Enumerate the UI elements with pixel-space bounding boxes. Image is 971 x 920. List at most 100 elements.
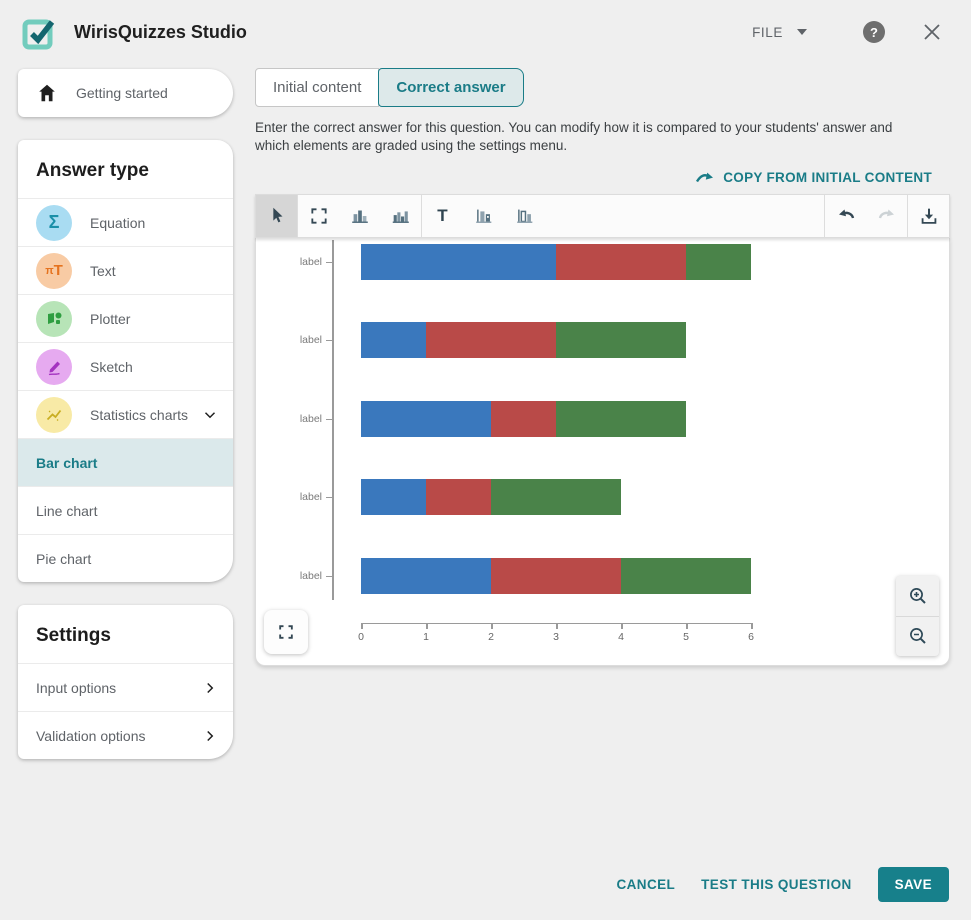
chart-bar-row[interactable]: label: [256, 322, 949, 358]
sidebar-item-pie-chart[interactable]: Pie chart: [18, 534, 233, 582]
bar-segment[interactable]: [361, 401, 491, 437]
download-button[interactable]: [908, 195, 949, 237]
x-tick-label: 4: [618, 631, 624, 643]
x-tick-label: 5: [683, 631, 689, 643]
cancel-button[interactable]: CANCEL: [617, 877, 676, 892]
bar-segment[interactable]: [361, 244, 556, 280]
add-bar-chart-button[interactable]: [339, 195, 380, 237]
bar-segment[interactable]: [491, 558, 621, 594]
fullscreen-button[interactable]: [264, 610, 308, 654]
chevron-down-icon: [201, 406, 219, 424]
pencil-icon: [36, 349, 72, 385]
y-tick: [326, 262, 333, 263]
x-tick: [491, 623, 493, 629]
redo-arrow-icon: [695, 170, 715, 184]
help-icon[interactable]: ?: [863, 21, 885, 43]
sidebar-item-bar-chart[interactable]: Bar chart: [18, 438, 233, 486]
toolbar-spacer: [545, 195, 824, 237]
undo-icon: [834, 204, 858, 228]
x-tick-label: 6: [748, 631, 754, 643]
plotter-shapes-icon: [36, 301, 72, 337]
app-logo-icon: [22, 14, 58, 50]
add-multi-bar-chart-button[interactable]: [380, 195, 421, 237]
bar-segment[interactable]: [556, 322, 686, 358]
chevron-right-icon: [201, 727, 219, 745]
x-tick-label: 0: [358, 631, 364, 643]
undo-button[interactable]: [825, 195, 866, 237]
redo-button[interactable]: [866, 195, 907, 237]
save-button[interactable]: SAVE: [878, 867, 949, 902]
bar-chart-values-icon: [514, 205, 536, 227]
file-menu[interactable]: FILE: [752, 25, 807, 40]
bar-segment[interactable]: [361, 479, 426, 515]
zoom-out-icon: [906, 624, 930, 648]
sidebar-item-sketch[interactable]: Sketch: [18, 342, 233, 390]
sidebar-item-equation[interactable]: Σ Equation: [18, 198, 233, 246]
sigma-icon: Σ: [36, 205, 72, 241]
tab-description: Enter the correct answer for this questi…: [255, 119, 927, 156]
chart-bar-row[interactable]: label: [256, 479, 949, 515]
sidebar-item-plotter[interactable]: Plotter: [18, 294, 233, 342]
y-category-label[interactable]: label: [256, 334, 322, 346]
x-tick: [426, 623, 428, 629]
test-this-question-button[interactable]: TEST THIS QUESTION: [701, 877, 851, 892]
bar-segment[interactable]: [426, 479, 491, 515]
text-tool-button[interactable]: T: [422, 195, 463, 237]
sidebar-item-line-chart[interactable]: Line chart: [18, 486, 233, 534]
home-icon: [36, 82, 58, 104]
y-tick: [326, 497, 333, 498]
chevron-down-icon: [797, 29, 807, 35]
sidebar-item-getting-started[interactable]: Getting started: [18, 69, 233, 117]
chart-editor-canvas: T: [255, 194, 950, 666]
expand-icon: [276, 622, 296, 642]
tab-initial-content[interactable]: Initial content: [255, 68, 379, 107]
close-icon[interactable]: [921, 21, 943, 43]
settings-card: Settings Input options Validation option…: [18, 605, 233, 759]
bar-labels-tool-button[interactable]: [463, 195, 504, 237]
sidebar-item-validation-options[interactable]: Validation options: [18, 711, 233, 759]
zoom-in-button[interactable]: [896, 576, 939, 616]
top-bar: WirisQuizzes Studio FILE ?: [0, 0, 971, 64]
y-category-label[interactable]: label: [256, 413, 322, 425]
copy-from-initial-content-link[interactable]: COPY FROM INITIAL CONTENT: [695, 170, 932, 185]
zoom-out-button[interactable]: [896, 616, 939, 656]
chart-plot-area[interactable]: labellabellabellabellabel 0123456: [255, 238, 950, 666]
answer-type-heading: Answer type: [18, 140, 233, 198]
chart-bar-row[interactable]: label: [256, 558, 949, 594]
fit-view-button[interactable]: [298, 195, 339, 237]
sidebar-item-input-options[interactable]: Input options: [18, 663, 233, 711]
bar-segment[interactable]: [491, 401, 556, 437]
y-category-label[interactable]: label: [256, 256, 322, 268]
tab-correct-answer[interactable]: Correct answer: [378, 68, 523, 107]
bar-segment[interactable]: [426, 322, 556, 358]
bar-segment[interactable]: [556, 244, 686, 280]
y-tick: [326, 419, 333, 420]
chart-bar-row[interactable]: label: [256, 401, 949, 437]
bar-values-tool-button[interactable]: [504, 195, 545, 237]
zoom-in-icon: [906, 584, 930, 608]
footer-actions: CANCEL TEST THIS QUESTION SAVE: [617, 867, 950, 902]
cursor-icon: [266, 205, 288, 227]
x-tick: [621, 623, 623, 629]
bar-segment[interactable]: [361, 558, 491, 594]
y-category-label[interactable]: label: [256, 570, 322, 582]
sidebar: Getting started Answer type Σ Equation π…: [18, 69, 233, 759]
app-title: WirisQuizzes Studio: [74, 22, 247, 43]
x-tick-label: 1: [423, 631, 429, 643]
bar-segment[interactable]: [686, 244, 751, 280]
bar-segment[interactable]: [361, 322, 426, 358]
download-icon: [918, 205, 940, 227]
x-tick: [751, 623, 753, 629]
sidebar-item-text[interactable]: πT Text: [18, 246, 233, 294]
y-tick: [326, 576, 333, 577]
bar-segment[interactable]: [621, 558, 751, 594]
bar-segment[interactable]: [491, 479, 621, 515]
select-tool-button[interactable]: [256, 195, 297, 237]
y-category-label[interactable]: label: [256, 491, 322, 503]
bar-segment[interactable]: [556, 401, 686, 437]
answer-type-card: Answer type Σ Equation πT Text Plotter: [18, 140, 233, 582]
chart-bar-row[interactable]: label: [256, 244, 949, 280]
file-menu-label: FILE: [752, 25, 783, 40]
sidebar-item-statistics-charts[interactable]: Statistics charts: [18, 390, 233, 438]
histogram-icon: [390, 205, 412, 227]
